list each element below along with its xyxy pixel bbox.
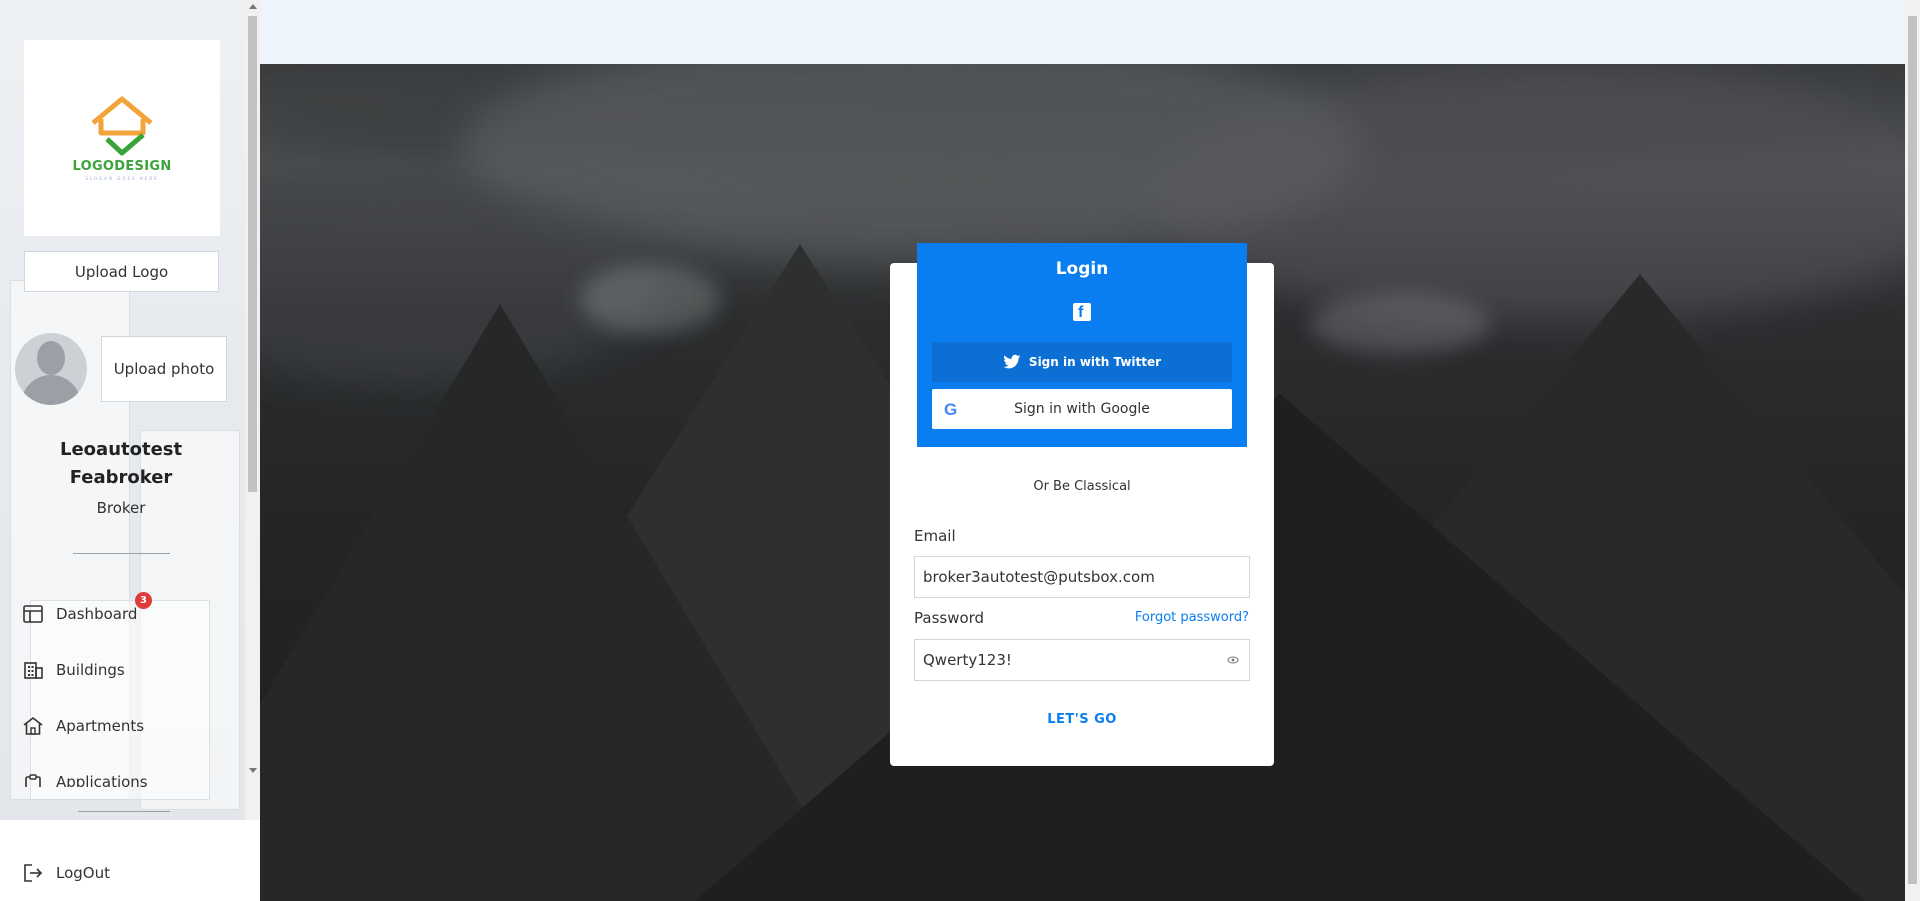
scrollbar-thumb[interactable] xyxy=(248,16,257,492)
logo-house-icon xyxy=(91,96,153,156)
login-header: Login f Sign in with Twitter G Sign in w… xyxy=(917,243,1247,447)
clipboard-icon xyxy=(25,774,41,787)
forgot-password-link[interactable]: Forgot password? xyxy=(1105,610,1249,625)
logout-button[interactable]: LogOut xyxy=(22,858,110,888)
sidebar-item-label: Applications xyxy=(56,773,148,787)
upload-photo-button[interactable]: Upload photo xyxy=(101,336,227,402)
scroll-down-arrow-icon[interactable] xyxy=(249,768,257,773)
facebook-icon[interactable]: f xyxy=(1073,303,1091,321)
notification-badge: 3 xyxy=(135,592,152,609)
page-scrollbar[interactable] xyxy=(1905,0,1920,901)
buildings-icon xyxy=(24,662,43,679)
email-field[interactable]: broker3autotest@putsbox.com xyxy=(914,556,1250,598)
twitter-signin-button[interactable]: Sign in with Twitter xyxy=(932,342,1232,382)
sidebar-item-label: Dashboard xyxy=(56,605,138,623)
avatar xyxy=(15,333,87,405)
google-icon: G xyxy=(944,400,958,419)
sidebar-item-label: Apartments xyxy=(56,717,145,735)
sidebar-divider xyxy=(78,811,170,812)
login-title: Login xyxy=(1055,259,1109,279)
sidebar-scrollbar[interactable] xyxy=(245,0,260,820)
login-submit-button[interactable]: LET'S GO xyxy=(890,712,1274,727)
or-divider-text: Or Be Classical xyxy=(1033,479,1131,494)
sidebar-item-dashboard[interactable]: Dashboard 3 xyxy=(22,592,152,629)
upload-logo-button[interactable]: Upload Logo xyxy=(24,251,219,292)
show-password-eye-icon[interactable] xyxy=(1227,654,1239,666)
sidebar-divider xyxy=(73,553,170,554)
home-icon xyxy=(23,717,43,735)
email-label: Email xyxy=(914,527,956,545)
google-signin-button[interactable]: G Sign in with Google xyxy=(932,389,1232,429)
password-field[interactable]: Qwerty123! xyxy=(914,639,1250,681)
user-name: Leoautotest Feabroker xyxy=(60,439,183,488)
logout-icon xyxy=(24,864,43,882)
logo-text: LOGODESIGN xyxy=(72,159,172,174)
top-bar xyxy=(260,0,1905,64)
sidebar: LOGODESIGN SLOGAN GOES HERE Upload Logo … xyxy=(0,0,260,901)
user-role: Broker xyxy=(96,499,146,517)
sidebar-item-applications[interactable]: Applications xyxy=(22,767,148,787)
dashboard-icon xyxy=(23,605,43,623)
logout-label: LogOut xyxy=(56,864,110,882)
sidebar-item-buildings[interactable]: Buildings xyxy=(22,655,125,685)
logo-slogan: SLOGAN GOES HERE xyxy=(85,176,159,181)
password-label: Password xyxy=(914,609,985,627)
company-logo: LOGODESIGN SLOGAN GOES HERE xyxy=(24,40,220,236)
scroll-up-arrow-icon[interactable] xyxy=(249,4,257,9)
sidebar-item-label: Buildings xyxy=(56,661,125,679)
twitter-icon xyxy=(1003,354,1021,369)
logout-area: LogOut xyxy=(0,820,260,901)
twitter-signin-label: Sign in with Twitter xyxy=(1028,355,1162,369)
sidebar-item-apartments[interactable]: Apartments xyxy=(22,711,144,741)
google-signin-label: Sign in with Google xyxy=(1014,401,1150,417)
